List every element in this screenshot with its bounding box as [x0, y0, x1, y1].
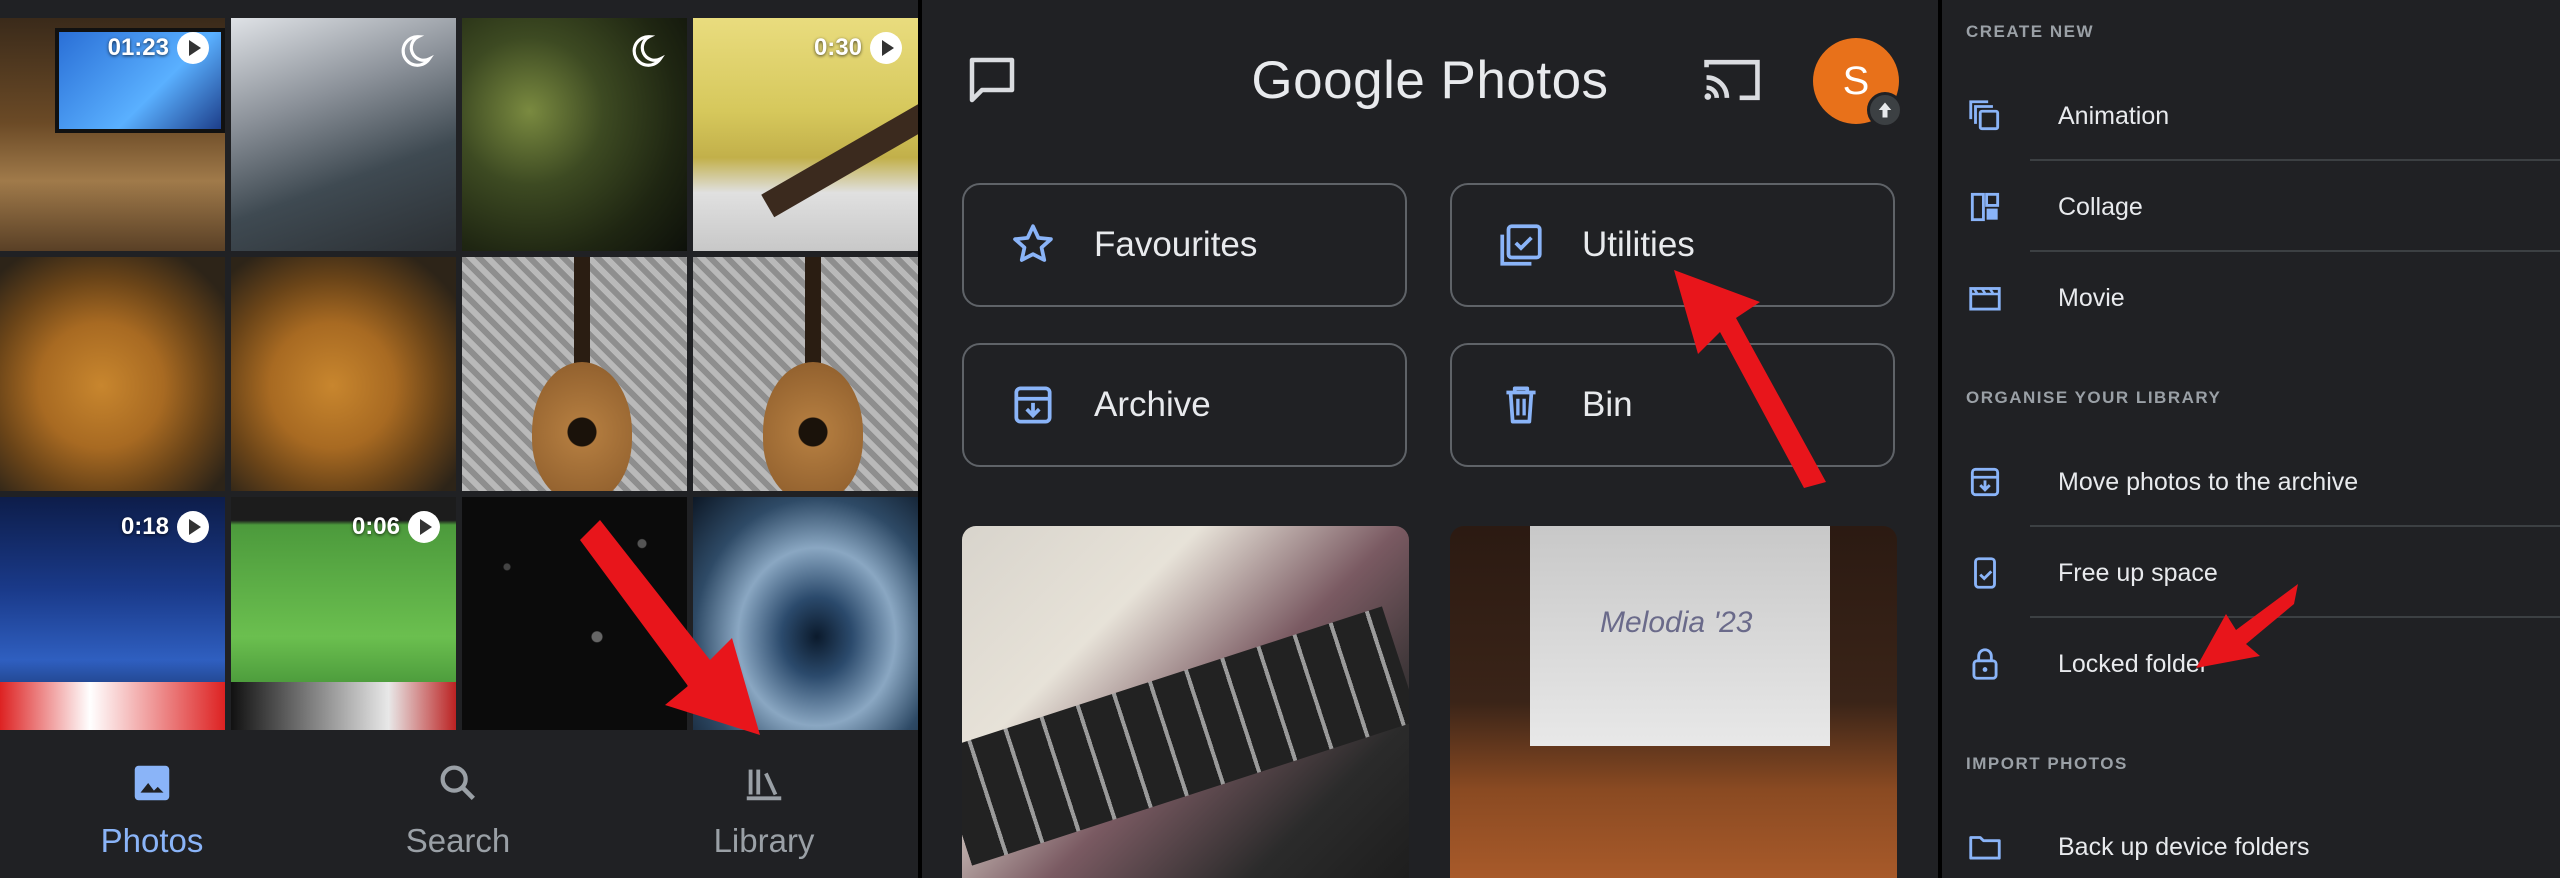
- play-icon: [408, 510, 440, 543]
- video-duration-badge: 0:06: [351, 510, 440, 543]
- play-icon: [177, 32, 209, 64]
- video-duration: 0:06: [351, 512, 400, 540]
- import-photos-heading: IMPORT PHOTOS: [1966, 754, 2128, 773]
- guitar-neck-graphic: [761, 84, 918, 218]
- divider: [2030, 250, 2560, 252]
- nav-photos[interactable]: Photos: [52, 760, 252, 860]
- movie-item[interactable]: Movie: [1966, 253, 2560, 343]
- ukulele-neck-graphic: [805, 257, 821, 378]
- collage-label: Collage: [2058, 192, 2143, 221]
- utilities-label: Utilities: [1582, 225, 1695, 264]
- video-duration-badge: 0:30: [814, 32, 902, 64]
- trash-icon: [1506, 386, 1536, 424]
- ukulele-graphic: [532, 362, 632, 491]
- lock-icon: [1972, 648, 1998, 680]
- video-duration-badge: 0:18: [120, 510, 209, 543]
- grid-tile-night-photo[interactable]: [231, 18, 456, 252]
- utilities-screen: CREATE NEW Animation Collage Movie ORGAN…: [1942, 0, 2560, 878]
- app-header: Google Photos S: [922, 0, 1938, 160]
- nav-search[interactable]: Search: [358, 760, 558, 860]
- grid-tile-video[interactable]: 0:18: [0, 496, 225, 730]
- nav-library[interactable]: Library: [664, 760, 864, 860]
- divider: [2030, 525, 2560, 527]
- free-up-space-icon: [1974, 557, 1996, 589]
- create-new-heading: CREATE NEW: [1966, 22, 2095, 41]
- ukulele-neck-graphic: [574, 257, 590, 378]
- favourites-chip[interactable]: Favourites: [962, 183, 1407, 307]
- star-icon: [1013, 224, 1053, 262]
- search-icon: [440, 765, 475, 800]
- video-duration: 01:23: [107, 34, 169, 61]
- photos-screen: 01:23 0:30 0:18 0:06 Photos Search Libra…: [0, 0, 918, 878]
- animation-label: Animation: [2058, 101, 2170, 130]
- movie-icon: [1969, 287, 2001, 311]
- archive-chip[interactable]: Archive: [962, 343, 1407, 467]
- video-duration: 0:18: [120, 512, 169, 540]
- video-duration-badge: 01:23: [108, 32, 209, 64]
- bin-label: Bin: [1582, 385, 1633, 424]
- library-icon: [746, 769, 782, 801]
- divider: [2030, 159, 2560, 161]
- animation-item[interactable]: Animation: [1966, 71, 2560, 161]
- grid-tile-photo[interactable]: [0, 257, 225, 491]
- organise-library-heading: ORGANISE YOUR LIBRARY: [1966, 388, 2222, 407]
- move-to-archive-label: Move photos to the archive: [2058, 467, 2359, 496]
- nav-library-label: Library: [713, 822, 815, 859]
- guitar-neck-graphic: [962, 606, 1409, 866]
- play-icon: [177, 510, 209, 543]
- nav-photos-label: Photos: [100, 822, 204, 859]
- utilities-icon: [1500, 224, 1542, 266]
- grid-tile-night-photo[interactable]: [462, 18, 687, 252]
- favourites-label: Favourites: [1094, 225, 1258, 264]
- cast-icon[interactable]: [1700, 52, 1764, 108]
- scorebar-graphic: [231, 681, 456, 730]
- bottom-navigation: Photos Search Library: [0, 730, 918, 878]
- movie-label: Movie: [2058, 283, 2125, 312]
- photo-icon: [134, 765, 170, 801]
- scorebar-graphic: [0, 681, 225, 730]
- red-arrow-annotation: [580, 520, 760, 735]
- collage-icon: [1970, 192, 2000, 222]
- play-icon: [870, 32, 902, 64]
- album-thumbnail[interactable]: [962, 526, 1409, 878]
- album-thumbnail[interactable]: Melodia '23: [1450, 526, 1897, 878]
- red-arrow-annotation: [1674, 270, 1826, 488]
- grid-tile-video[interactable]: 01:23: [0, 18, 225, 252]
- backup-upload-icon: [1867, 92, 1903, 128]
- archive-label: Archive: [1094, 385, 1211, 424]
- grid-tile-photo[interactable]: [693, 257, 918, 491]
- library-screen: Google Photos S Favourites Utilities Arc…: [922, 0, 1938, 878]
- back-up-device-folders-item[interactable]: Back up device folders: [1966, 802, 2560, 878]
- grid-tile-photo[interactable]: [462, 257, 687, 491]
- move-to-archive-item[interactable]: Move photos to the archive: [1966, 437, 2560, 527]
- video-duration: 0:30: [813, 34, 862, 61]
- collage-item[interactable]: Collage: [1966, 162, 2560, 252]
- red-arrow-annotation: [2196, 584, 2298, 668]
- archive-icon: [1970, 467, 2000, 497]
- night-sight-icon: [632, 35, 665, 67]
- archive-icon: [1014, 386, 1052, 424]
- ukulele-graphic: [763, 362, 863, 491]
- locked-folder-label: Locked folder: [2058, 649, 2209, 678]
- grid-tile-photo[interactable]: [231, 257, 456, 491]
- night-sight-icon: [401, 35, 434, 67]
- grid-tile-video[interactable]: 0:06: [231, 496, 456, 730]
- stage-screen-text: Melodia '23: [1600, 606, 1753, 639]
- app-title: Google Photos: [1251, 51, 1609, 110]
- folder-icon: [1969, 836, 2001, 860]
- nav-search-label: Search: [405, 822, 511, 859]
- back-up-device-folders-label: Back up device folders: [2058, 832, 2310, 861]
- grid-tile-video[interactable]: 0:30: [693, 18, 918, 252]
- animation-icon: [1969, 100, 2000, 131]
